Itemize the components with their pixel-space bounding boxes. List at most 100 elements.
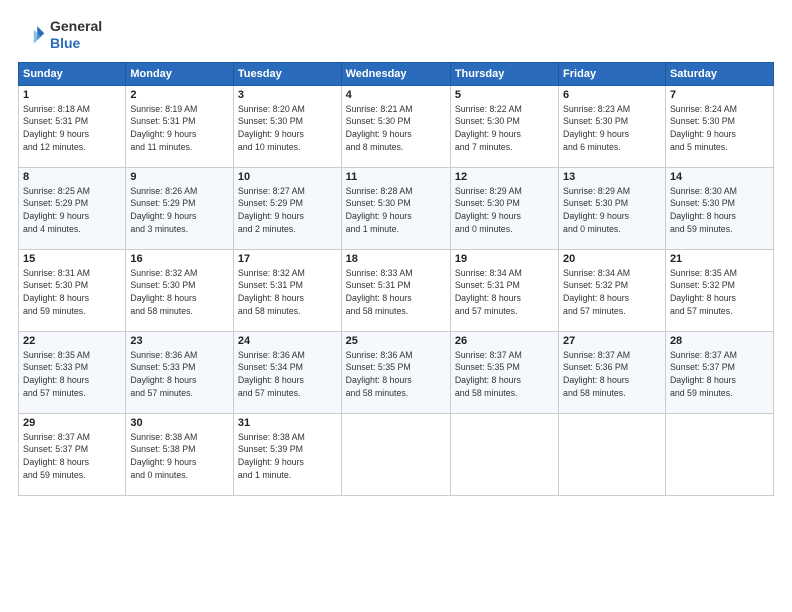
calendar-cell: 29 Sunrise: 8:37 AMSunset: 5:37 PMDayligh…	[19, 413, 126, 495]
logo: General Blue	[18, 18, 102, 52]
day-info: Sunrise: 8:29 AMSunset: 5:30 PMDaylight:…	[563, 185, 661, 236]
day-number: 21	[670, 253, 769, 265]
calendar-cell: 24 Sunrise: 8:36 AMSunset: 5:34 PMDayligh…	[233, 331, 341, 413]
calendar-cell: 13 Sunrise: 8:29 AMSunset: 5:30 PMDayligh…	[559, 167, 666, 249]
day-number: 26	[455, 335, 554, 347]
day-number: 1	[23, 89, 121, 101]
calendar-cell: 23Sunrise: 8:36 AMSunset: 5:33 PMDayligh…	[126, 331, 234, 413]
day-number: 2	[130, 89, 229, 101]
day-number: 31	[238, 417, 337, 429]
day-number: 4	[346, 89, 446, 101]
day-number: 25	[346, 335, 446, 347]
day-info: Sunrise: 8:37 AMSunset: 5:35 PMDaylight:…	[455, 349, 554, 400]
day-info: Sunrise: 8:36 AMSunset: 5:34 PMDaylight:…	[238, 349, 337, 400]
day-number: 17	[238, 253, 337, 265]
day-info: Sunrise: 8:32 AMSunset: 5:31 PMDaylight:…	[238, 267, 337, 318]
calendar-cell: 1 Sunrise: 8:18 AMSunset: 5:31 PMDaylight…	[19, 85, 126, 167]
day-info: Sunrise: 8:34 AMSunset: 5:32 PMDaylight:…	[563, 267, 661, 318]
day-info: Sunrise: 8:23 AMSunset: 5:30 PMDaylight:…	[563, 103, 661, 154]
day-info: Sunrise: 8:21 AMSunset: 5:30 PMDaylight:…	[346, 103, 446, 154]
day-number: 19	[455, 253, 554, 265]
col-header-thursday: Thursday	[450, 62, 558, 85]
day-number: 20	[563, 253, 661, 265]
page: General Blue SundayMondayTuesdayWednesda…	[0, 0, 792, 612]
day-info: Sunrise: 8:37 AMSunset: 5:37 PMDaylight:…	[670, 349, 769, 400]
day-info: Sunrise: 8:29 AMSunset: 5:30 PMDaylight:…	[455, 185, 554, 236]
day-number: 8	[23, 171, 121, 183]
day-info: Sunrise: 8:19 AMSunset: 5:31 PMDaylight:…	[130, 103, 229, 154]
calendar-cell: 26 Sunrise: 8:37 AMSunset: 5:35 PMDayligh…	[450, 331, 558, 413]
day-number: 22	[23, 335, 121, 347]
day-number: 11	[346, 171, 446, 183]
day-info: Sunrise: 8:37 AMSunset: 5:36 PMDaylight:…	[563, 349, 661, 400]
day-number: 10	[238, 171, 337, 183]
calendar-cell: 21 Sunrise: 8:35 AMSunset: 5:32 PMDayligh…	[665, 249, 773, 331]
calendar-cell: 5Sunrise: 8:22 AMSunset: 5:30 PMDaylight…	[450, 85, 558, 167]
calendar-cell: 18 Sunrise: 8:33 AMSunset: 5:31 PMDayligh…	[341, 249, 450, 331]
day-number: 24	[238, 335, 337, 347]
calendar-table: SundayMondayTuesdayWednesdayThursdayFrid…	[18, 62, 774, 496]
col-header-saturday: Saturday	[665, 62, 773, 85]
day-info: Sunrise: 8:38 AMSunset: 5:38 PMDaylight:…	[130, 431, 229, 482]
calendar-cell: 31 Sunrise: 8:38 AMSunset: 5:39 PMDayligh…	[233, 413, 341, 495]
day-info: Sunrise: 8:37 AMSunset: 5:37 PMDaylight:…	[23, 431, 121, 482]
calendar-cell: 8 Sunrise: 8:25 AMSunset: 5:29 PMDaylight…	[19, 167, 126, 249]
day-info: Sunrise: 8:35 AMSunset: 5:32 PMDaylight:…	[670, 267, 769, 318]
calendar-cell	[341, 413, 450, 495]
calendar-cell: 19 Sunrise: 8:34 AMSunset: 5:31 PMDayligh…	[450, 249, 558, 331]
day-info: Sunrise: 8:35 AMSunset: 5:33 PMDaylight:…	[23, 349, 121, 400]
day-info: Sunrise: 8:26 AMSunset: 5:29 PMDaylight:…	[130, 185, 229, 236]
day-info: Sunrise: 8:28 AMSunset: 5:30 PMDaylight:…	[346, 185, 446, 236]
calendar-cell: 25 Sunrise: 8:36 AMSunset: 5:35 PMDayligh…	[341, 331, 450, 413]
day-info: Sunrise: 8:33 AMSunset: 5:31 PMDaylight:…	[346, 267, 446, 318]
calendar-cell	[665, 413, 773, 495]
calendar-cell: 7 Sunrise: 8:24 AMSunset: 5:30 PMDaylight…	[665, 85, 773, 167]
day-info: Sunrise: 8:32 AMSunset: 5:30 PMDaylight:…	[130, 267, 229, 318]
day-number: 3	[238, 89, 337, 101]
calendar-cell: 17 Sunrise: 8:32 AMSunset: 5:31 PMDayligh…	[233, 249, 341, 331]
day-number: 18	[346, 253, 446, 265]
day-number: 27	[563, 335, 661, 347]
day-info: Sunrise: 8:25 AMSunset: 5:29 PMDaylight:…	[23, 185, 121, 236]
calendar-cell: 3Sunrise: 8:20 AMSunset: 5:30 PMDaylight…	[233, 85, 341, 167]
col-header-monday: Monday	[126, 62, 234, 85]
calendar-cell: 2 Sunrise: 8:19 AMSunset: 5:31 PMDaylight…	[126, 85, 234, 167]
calendar-cell: 16 Sunrise: 8:32 AMSunset: 5:30 PMDayligh…	[126, 249, 234, 331]
calendar-cell: 22 Sunrise: 8:35 AMSunset: 5:33 PMDayligh…	[19, 331, 126, 413]
col-header-wednesday: Wednesday	[341, 62, 450, 85]
calendar-cell: 14 Sunrise: 8:30 AMSunset: 5:30 PMDayligh…	[665, 167, 773, 249]
calendar-cell	[450, 413, 558, 495]
calendar-cell: 9Sunrise: 8:26 AMSunset: 5:29 PMDaylight…	[126, 167, 234, 249]
day-number: 12	[455, 171, 554, 183]
day-number: 5	[455, 89, 554, 101]
day-info: Sunrise: 8:30 AMSunset: 5:30 PMDaylight:…	[670, 185, 769, 236]
day-info: Sunrise: 8:38 AMSunset: 5:39 PMDaylight:…	[238, 431, 337, 482]
day-info: Sunrise: 8:31 AMSunset: 5:30 PMDaylight:…	[23, 267, 121, 318]
day-number: 16	[130, 253, 229, 265]
day-info: Sunrise: 8:18 AMSunset: 5:31 PMDaylight:…	[23, 103, 121, 154]
day-number: 29	[23, 417, 121, 429]
logo-general: General	[50, 18, 102, 34]
day-number: 13	[563, 171, 661, 183]
calendar-cell: 28Sunrise: 8:37 AMSunset: 5:37 PMDayligh…	[665, 331, 773, 413]
col-header-tuesday: Tuesday	[233, 62, 341, 85]
logo-icon	[18, 21, 46, 49]
logo-blue: Blue	[50, 35, 80, 51]
logo-text: General Blue	[50, 18, 102, 52]
calendar-cell: 11 Sunrise: 8:28 AMSunset: 5:30 PMDayligh…	[341, 167, 450, 249]
calendar-cell: 6 Sunrise: 8:23 AMSunset: 5:30 PMDaylight…	[559, 85, 666, 167]
calendar-cell: 12 Sunrise: 8:29 AMSunset: 5:30 PMDayligh…	[450, 167, 558, 249]
calendar-cell: 20 Sunrise: 8:34 AMSunset: 5:32 PMDayligh…	[559, 249, 666, 331]
calendar-cell	[559, 413, 666, 495]
day-info: Sunrise: 8:27 AMSunset: 5:29 PMDaylight:…	[238, 185, 337, 236]
calendar-cell: 30Sunrise: 8:38 AMSunset: 5:38 PMDayligh…	[126, 413, 234, 495]
day-info: Sunrise: 8:34 AMSunset: 5:31 PMDaylight:…	[455, 267, 554, 318]
day-info: Sunrise: 8:24 AMSunset: 5:30 PMDaylight:…	[670, 103, 769, 154]
day-number: 6	[563, 89, 661, 101]
calendar-cell: 27 Sunrise: 8:37 AMSunset: 5:36 PMDayligh…	[559, 331, 666, 413]
day-info: Sunrise: 8:36 AMSunset: 5:35 PMDaylight:…	[346, 349, 446, 400]
day-number: 7	[670, 89, 769, 101]
day-number: 14	[670, 171, 769, 183]
day-info: Sunrise: 8:36 AMSunset: 5:33 PMDaylight:…	[130, 349, 229, 400]
col-header-friday: Friday	[559, 62, 666, 85]
